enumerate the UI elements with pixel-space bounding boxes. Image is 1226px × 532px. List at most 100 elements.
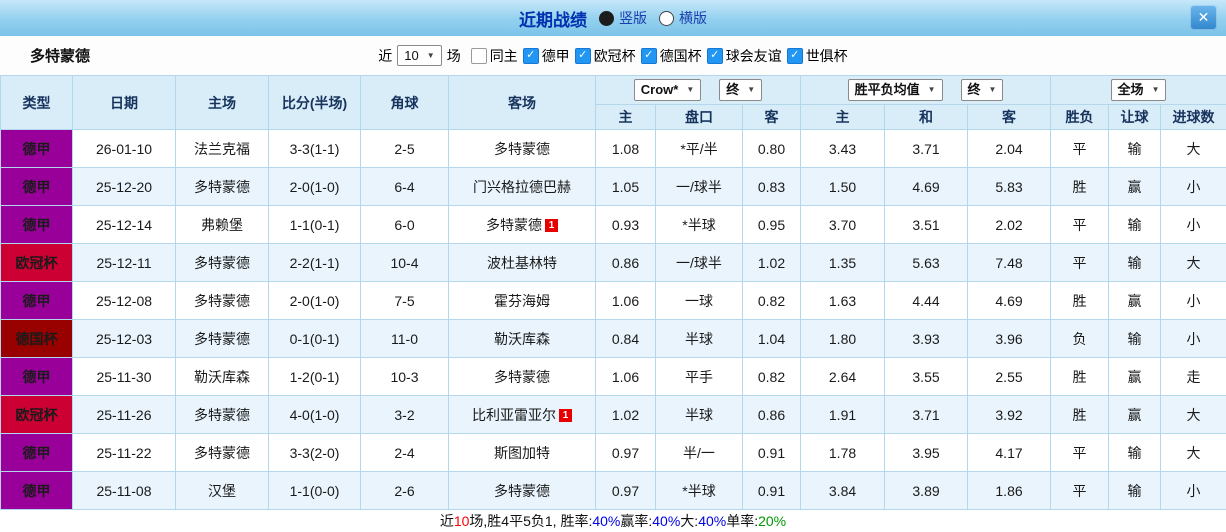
asia-handicap-cell: *半球: [655, 205, 743, 244]
europe-draw-odds-cell: 3.71: [884, 129, 969, 168]
checkbox-checked-icon[interactable]: ✓: [706, 47, 723, 64]
score-cell: 2-0(1-0): [268, 167, 361, 206]
away-team-name: 勒沃库森: [494, 330, 550, 347]
goals-result-cell: 大: [1160, 243, 1226, 282]
layout-horizontal-option[interactable]: 横版: [659, 8, 707, 28]
result-cell: 平: [1050, 129, 1110, 168]
asia-home-odds-cell: 1.06: [595, 281, 656, 320]
league-badge: 欧冠杯: [0, 395, 73, 434]
score-cell: 0-1(0-1): [268, 319, 361, 358]
result-cell: 平: [1050, 205, 1110, 244]
scope-value: 全场: [1117, 82, 1144, 98]
odds-final-select[interactable]: 终 ▼: [719, 79, 763, 101]
layout-vertical-option[interactable]: 竖版: [599, 8, 647, 28]
checkbox-checked-icon[interactable]: ✓: [786, 47, 803, 64]
filter-checkbox-item[interactable]: ✓ 德甲: [522, 46, 570, 66]
radio-checked-icon[interactable]: [599, 10, 614, 26]
radio-unchecked-icon[interactable]: [659, 10, 674, 26]
checkbox-checked-icon[interactable]: ✓: [574, 47, 591, 64]
corners-cell: 2-5: [360, 129, 449, 168]
date-cell: 25-11-08: [72, 471, 176, 510]
home-team-cell: 多特蒙德: [175, 167, 269, 206]
away-team-cell: 多特蒙德: [448, 471, 596, 510]
date-cell: 25-12-11: [72, 243, 176, 282]
match-row: 德国杯 25-12-03 多特蒙德 0-1(0-1) 11-0 勒沃库森 0.84 半球 1.0…: [0, 319, 1226, 358]
europe-draw-odds-cell: 5.63: [884, 243, 969, 282]
chevron-down-icon: ▼: [747, 85, 756, 95]
score-cell: 2-2(1-1): [268, 243, 361, 282]
sub-header-lose: 客: [967, 104, 1052, 130]
goals-result-cell: 大: [1160, 433, 1226, 472]
checkbox-checked-icon[interactable]: ✓: [640, 47, 657, 64]
asia-home-odds-cell: 1.08: [595, 129, 656, 168]
handicap-result-cell: 输: [1108, 471, 1162, 510]
league-badge: 德甲: [0, 167, 73, 206]
filter-checkbox-item[interactable]: ✓ 德国杯: [640, 46, 702, 66]
away-team-cell: 勒沃库森: [448, 319, 596, 358]
home-team-cell: 多特蒙德: [175, 395, 269, 434]
corners-cell: 6-4: [360, 167, 449, 206]
away-team-name: 多特蒙德: [494, 482, 550, 499]
goals-result-cell: 小: [1160, 281, 1226, 320]
home-team-cell: 汉堡: [175, 471, 269, 510]
page-title: 近期战绩: [519, 10, 587, 30]
score-cell: 3-3(1-1): [268, 129, 361, 168]
odds-company-select[interactable]: Crow* ▼: [633, 79, 702, 101]
summary-segment: 40%: [698, 513, 727, 529]
away-team-name: 比利亚雷亚尔: [472, 406, 556, 423]
filter-checkbox-item[interactable]: ✓ 世俱杯: [786, 46, 848, 66]
summary-segment: 40%: [592, 513, 621, 529]
filter-checkbox-item[interactable]: ✓ 欧冠杯: [574, 46, 636, 66]
europe-win-odds-cell: 3.70: [800, 205, 886, 244]
asia-home-odds-cell: 0.97: [595, 433, 656, 472]
summary-segment: 10: [453, 513, 470, 529]
results-tbody: 德甲 26-01-10 法兰克福 3-3(1-1) 2-5 多特蒙德 1.08 *平/半 0.8…: [0, 129, 1226, 510]
europe-odds-header-cell: 胜平负均值 ▼ 终 ▼: [800, 75, 1052, 105]
match-row: 欧冠杯 25-12-11 多特蒙德 2-2(1-1) 10-4 波杜基林特 0.86 一/球半…: [0, 243, 1226, 282]
asia-away-odds-cell: 0.80: [741, 129, 802, 168]
match-count-select[interactable]: 10 ▼: [397, 44, 442, 67]
handicap-result-cell: 输: [1108, 129, 1162, 168]
europe-win-odds-cell: 3.43: [800, 129, 886, 168]
asia-away-odds-cell: 0.91: [741, 471, 802, 510]
match-row: 德甲 25-12-20 多特蒙德 2-0(1-0) 6-4 门兴格拉德巴赫 1.05 一/球半…: [0, 167, 1226, 206]
home-team-cell: 多特蒙德: [175, 243, 269, 282]
filter-checkbox-item[interactable]: ✓ 球会友谊: [706, 46, 782, 66]
checkbox-checked-icon[interactable]: ✓: [522, 47, 539, 64]
away-team-name: 霍芬海姆: [494, 292, 550, 309]
sub-header-asia-away: 客: [741, 104, 802, 130]
corners-cell: 10-3: [360, 357, 449, 396]
close-button[interactable]: ✕: [1190, 5, 1217, 30]
checkbox-unchecked-icon[interactable]: [470, 47, 487, 64]
layout-vertical-label: 竖版: [619, 10, 647, 26]
recent-results-window: 近期战绩 竖版 横版 ✕ 多特蒙德 近 10 ▼ 场 同主 ✓ 德甲 ✓ 欧冠杯 ✓ 德国杯…: [0, 0, 1226, 532]
matches-label: 场: [446, 47, 461, 64]
summary-segment: 单率:: [726, 513, 759, 529]
home-team-cell: 法兰克福: [175, 129, 269, 168]
europe-lose-odds-cell: 1.86: [967, 471, 1052, 510]
goals-result-cell: 小: [1160, 471, 1226, 510]
filter-checkbox-label: 同主: [489, 47, 518, 64]
europe-avg-select[interactable]: 胜平负均值 ▼: [847, 79, 943, 101]
home-team-cell: 弗赖堡: [175, 205, 269, 244]
asia-handicap-cell: 一/球半: [655, 167, 743, 206]
asia-home-odds-cell: 1.02: [595, 395, 656, 434]
filter-checkbox-item[interactable]: 同主: [470, 46, 518, 66]
europe-lose-odds-cell: 3.96: [967, 319, 1052, 358]
score-cell: 4-0(1-0): [268, 395, 361, 434]
result-cell: 平: [1050, 471, 1110, 510]
europe-draw-odds-cell: 3.51: [884, 205, 969, 244]
scope-select[interactable]: 全场 ▼: [1110, 79, 1167, 101]
away-team-cell: 比利亚雷亚尔 1: [448, 395, 596, 434]
asia-away-odds-cell: 0.83: [741, 167, 802, 206]
asia-handicap-cell: 一/球半: [655, 243, 743, 282]
col-header-home: 主场: [175, 75, 269, 130]
red-card-badge: 1: [559, 408, 572, 422]
match-row: 德甲 25-11-22 多特蒙德 3-3(2-0) 2-4 斯图加特 0.97 半/一 0.91…: [0, 433, 1226, 472]
chevron-down-icon: ▼: [686, 85, 695, 95]
away-team-cell: 多特蒙德: [448, 129, 596, 168]
date-cell: 25-12-03: [72, 319, 176, 358]
asia-handicap-cell: 平手: [655, 357, 743, 396]
handicap-result-cell: 输: [1108, 205, 1162, 244]
europe-final-select[interactable]: 终 ▼: [960, 79, 1004, 101]
